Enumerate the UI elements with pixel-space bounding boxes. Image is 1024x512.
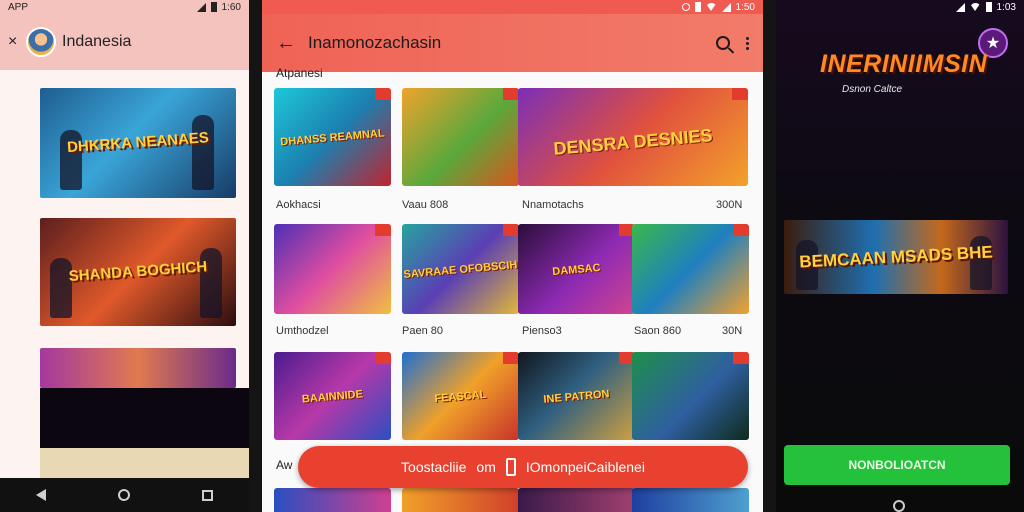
content-strip xyxy=(40,448,249,478)
wifi-icon xyxy=(705,3,717,11)
game-card[interactable] xyxy=(632,352,749,440)
card-title: DENSRA DESNIES xyxy=(552,125,714,159)
banner-title xyxy=(40,361,236,375)
game-card[interactable]: BAAINNIDE xyxy=(274,352,391,440)
card-caption: Vaau 808 xyxy=(402,199,449,211)
game-card-peek[interactable] xyxy=(274,488,391,512)
status-time: 1:60 xyxy=(221,1,241,13)
status-bar: 1:03 xyxy=(776,0,1024,14)
card-caption: Aokhacsi xyxy=(276,199,321,211)
status-bar: APP 1:60 xyxy=(0,0,249,14)
notification-icon xyxy=(681,3,690,11)
promo-subtitle: Dsnon Caltce xyxy=(842,84,903,95)
signal-icon xyxy=(196,2,206,12)
game-card[interactable] xyxy=(632,224,749,314)
game-card-peek[interactable] xyxy=(518,488,635,512)
new-badge xyxy=(375,224,391,236)
game-card[interactable]: FEASCAL xyxy=(402,352,519,440)
game-card[interactable] xyxy=(274,224,391,314)
game-banner[interactable]: BEMCAAN MSADS BHE xyxy=(784,220,1008,294)
card-title xyxy=(632,387,749,397)
status-time: 1:50 xyxy=(735,1,755,13)
game-card[interactable]: DHANSS REAMNAL xyxy=(274,88,391,186)
game-card-peek[interactable] xyxy=(632,488,749,512)
card-caption: 300N xyxy=(716,199,743,211)
new-badge xyxy=(375,352,391,364)
dark-overlay xyxy=(40,388,249,448)
card-title: FEASCAL xyxy=(434,389,487,406)
app-header: × Indanesia xyxy=(0,14,249,70)
center-phone-screen: 1:50 ← Inamonozachasin Atpanesi DHANSS R… xyxy=(262,0,763,512)
card-caption: Nnamotachs xyxy=(522,199,584,211)
new-badge xyxy=(733,224,749,236)
new-badge xyxy=(733,352,749,364)
game-card[interactable]: INE PATRON xyxy=(518,352,635,440)
home-icon[interactable] xyxy=(893,500,905,512)
card-caption: Paen 80 xyxy=(402,325,443,337)
card-title: INE PATRON xyxy=(542,388,610,407)
fab-label-left: Toostacliie xyxy=(401,459,467,475)
download-button[interactable]: NONBOLIOATCN xyxy=(784,445,1010,485)
new-badge xyxy=(503,224,519,236)
home-icon[interactable] xyxy=(118,489,130,501)
section-heading: Atpanesi xyxy=(276,66,323,80)
game-card[interactable]: DAMSAC xyxy=(518,224,635,314)
game-card[interactable] xyxy=(402,88,519,186)
page-title: Indanesia xyxy=(62,33,132,50)
game-banner[interactable]: DHKRKA NEANAES xyxy=(40,88,236,198)
recents-icon[interactable] xyxy=(202,489,213,501)
search-icon[interactable] xyxy=(716,36,730,50)
status-time: 1:03 xyxy=(996,1,1016,13)
close-icon[interactable]: × xyxy=(8,33,20,51)
battery-icon xyxy=(694,2,701,12)
wifi-icon xyxy=(969,3,981,11)
card-caption: Saon 860 xyxy=(634,325,682,337)
fab-label-mid: om xyxy=(476,459,496,475)
card-title: DHANSS REAMNAL xyxy=(279,127,386,149)
phone-icon xyxy=(505,458,516,476)
card-title: DAMSAC xyxy=(551,262,602,279)
system-nav-bar xyxy=(0,478,249,512)
avatar[interactable] xyxy=(26,27,56,57)
card-title: BAAINNIDE xyxy=(301,388,364,407)
page-title: Inamonozachasin xyxy=(308,33,442,52)
back-icon[interactable] xyxy=(36,489,46,501)
battery-icon xyxy=(985,2,992,12)
character-figure xyxy=(192,115,214,190)
card-caption: Umthodzel xyxy=(276,325,329,337)
new-badge xyxy=(375,88,391,100)
card-title: SAVRAAE OFOBSCIH xyxy=(403,259,518,282)
right-phone-screen: 1:03 ★ INERINIIMSIN Dsnon Caltce BEMCAAN… xyxy=(776,0,1024,512)
game-card[interactable]: SAVRAAE OFOBSCIH xyxy=(402,224,519,314)
signal-icon xyxy=(721,2,731,12)
new-badge xyxy=(503,88,519,100)
signal-icon xyxy=(955,2,965,12)
new-badge xyxy=(503,352,519,364)
new-badge xyxy=(732,88,748,100)
more-options-icon[interactable] xyxy=(746,36,749,50)
left-phone-screen: APP 1:60 × Indanesia DHKRKA NEANAES SHAN… xyxy=(0,0,249,512)
game-banner[interactable] xyxy=(40,348,236,388)
status-app-label: APP xyxy=(8,1,29,13)
status-bar: 1:50 xyxy=(262,0,763,14)
app-bar: ← Inamonozachasin xyxy=(262,14,763,72)
card-title xyxy=(632,260,749,270)
fab-label-right: IOmonpeiCaiblenei xyxy=(525,459,645,475)
featured-game-card[interactable]: DENSRA DESNIES xyxy=(518,88,748,186)
back-arrow-icon[interactable]: ← xyxy=(276,32,296,55)
battery-icon xyxy=(210,2,217,12)
card-title xyxy=(274,260,391,270)
card-title xyxy=(402,128,519,138)
floating-action-button[interactable]: Toostacliie om IOmonpeiCaiblenei xyxy=(298,446,748,488)
game-card-peek[interactable] xyxy=(402,488,519,512)
promo-title: INERINIIMSIN xyxy=(820,50,988,78)
section-heading: Aw xyxy=(276,458,293,472)
game-banner[interactable]: SHANDA BOGHICH xyxy=(40,218,236,326)
card-caption: 30N xyxy=(722,325,743,337)
card-caption: Pienso3 xyxy=(522,325,562,337)
